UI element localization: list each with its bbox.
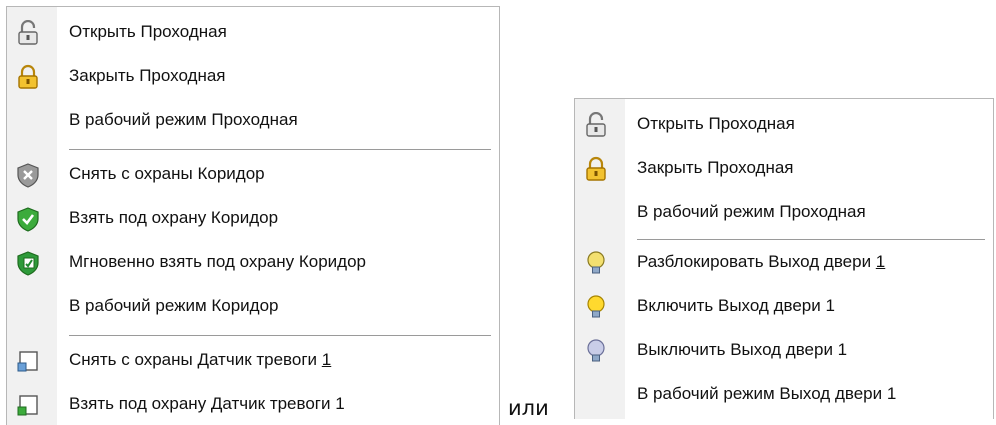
locked-padlock-icon (586, 156, 606, 181)
menu-item-label: Открыть Проходная (69, 22, 227, 41)
menu-item-label: В рабочий режим Проходная (637, 202, 866, 221)
shield-instant-arm-icon (17, 251, 39, 276)
context-menu-right: Открыть Проходная Закрыть Проходная В ра… (574, 98, 994, 419)
menu-item-label: В рабочий режим Проходная (69, 110, 298, 129)
unlocked-padlock-icon (18, 20, 38, 45)
unlocked-padlock-icon (586, 112, 606, 137)
menu-item-normal-mode-entrance[interactable]: В рабочий режим Проходная (575, 195, 993, 231)
menu-item-disarm-corridor[interactable]: Снять с охраны Коридор (7, 157, 499, 193)
menu-item-open-entrance[interactable]: Открыть Проходная (575, 107, 993, 143)
menu-item-label: Закрыть Проходная (637, 158, 794, 177)
menu-item-label: Закрыть Проходная (69, 66, 226, 85)
locked-padlock-icon (18, 64, 38, 89)
menu-item-turn-off-door-exit[interactable]: Выключить Выход двери 1 (575, 333, 993, 369)
menu-item-label: Выключить Выход двери 1 (637, 340, 848, 359)
sensor-disarm-icon (17, 351, 38, 372)
menu-item-close-entrance[interactable]: Закрыть Проходная (575, 151, 993, 187)
menu-item-arm-corridor[interactable]: Взять под охрану Коридор (7, 201, 499, 237)
menu-separator (69, 335, 491, 336)
menu-item-close-entrance[interactable]: Закрыть Проходная (7, 59, 499, 95)
menu-item-label: Взять под охрану Датчик тревоги 1 (69, 394, 345, 413)
menu-item-unlock-door-exit[interactable]: Разблокировать Выход двери 1 (575, 245, 993, 281)
menu-separator (69, 149, 491, 150)
menu-item-open-entrance[interactable]: Открыть Проходная (7, 15, 499, 51)
menu-item-arm-sensor[interactable]: Взять под охрану Датчик тревоги 1 (7, 387, 499, 423)
menu-item-label: Взять под охрану Коридор (69, 208, 279, 227)
connector-text: или (508, 396, 549, 420)
menu-item-label: Снять с охраны Коридор (69, 164, 265, 183)
menu-item-turn-on-door-exit[interactable]: Включить Выход двери 1 (575, 289, 993, 325)
menu-item-label: Мгновенно взять под охрану Коридор (69, 252, 367, 271)
shield-disarm-icon (17, 163, 39, 188)
lightbulb-unlock-icon (587, 251, 605, 274)
menu-item-normal-mode-corridor[interactable]: В рабочий режим Коридор (7, 289, 499, 325)
shield-arm-icon (17, 207, 39, 232)
menu-item-label: Открыть Проходная (637, 114, 795, 133)
sensor-arm-icon (17, 395, 38, 416)
context-menu-left: Открыть Проходная Закрыть Проходная В ра… (6, 6, 500, 425)
menu-item-label: Включить Выход двери 1 (637, 296, 835, 315)
menu-item-label: Разблокировать Выход двери 1 (637, 252, 886, 271)
menu-item-label: В рабочий режим Выход двери 1 (637, 384, 897, 403)
menu-item-normal-mode-door-exit[interactable]: В рабочий режим Выход двери 1 (575, 377, 993, 413)
menu-item-instant-arm-corridor[interactable]: Мгновенно взять под охрану Коридор (7, 245, 499, 281)
lightbulb-on-icon (587, 295, 605, 318)
menu-item-normal-mode-entrance[interactable]: В рабочий режим Проходная (7, 103, 499, 139)
menu-item-label: В рабочий режим Коридор (69, 296, 279, 315)
lightbulb-off-icon (587, 339, 605, 362)
menu-item-disarm-sensor[interactable]: Снять с охраны Датчик тревоги 1 (7, 343, 499, 379)
menu-item-label: Снять с охраны Датчик тревоги 1 (69, 350, 332, 369)
menu-separator (637, 239, 985, 240)
